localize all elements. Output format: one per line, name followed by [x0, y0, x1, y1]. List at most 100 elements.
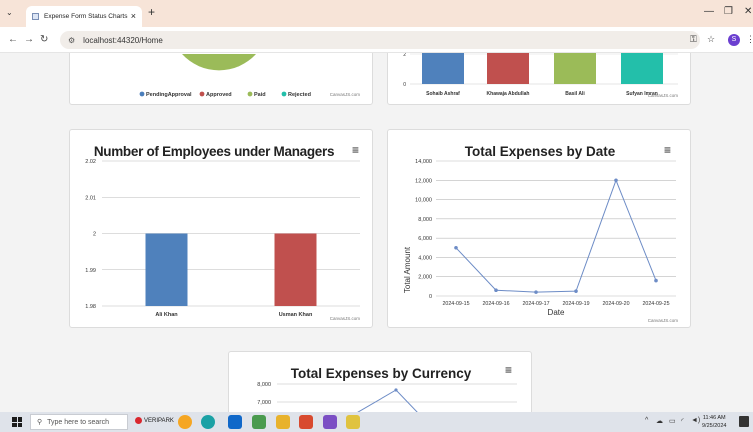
- outlook-icon[interactable]: [228, 415, 242, 429]
- x-tick-label: 2024-09-15: [442, 301, 469, 307]
- maximize-icon[interactable]: ❐: [724, 6, 733, 17]
- page-favicon-icon: [32, 13, 39, 20]
- terminal-icon[interactable]: [346, 415, 360, 429]
- x-tick-label: 2024-09-17: [522, 301, 549, 307]
- y-tick-label: 2: [93, 232, 96, 238]
- bar-basil-ali[interactable]: [554, 53, 596, 84]
- currency-chart-svg: Total Expenses by Currency ≡ 8,000 7,000: [257, 363, 517, 412]
- taskbar-search[interactable]: ⚲ Type here to search: [30, 414, 128, 430]
- network-icon[interactable]: ☁: [656, 417, 663, 425]
- canvasjs-credit[interactable]: CanvasJS.com: [330, 316, 361, 321]
- tray-chevron-icon[interactable]: ^: [645, 417, 648, 424]
- legend-marker[interactable]: [139, 91, 145, 97]
- canvasjs-credit[interactable]: CanvasJS.com: [648, 93, 679, 98]
- data-point[interactable]: [534, 290, 538, 294]
- x-tick-label: Usman Khan: [279, 312, 313, 318]
- canvasjs-credit[interactable]: CanvasJS.com: [648, 318, 679, 323]
- password-key-icon[interactable]: ⚿: [690, 34, 697, 45]
- y-tick-label: 14,000: [415, 159, 432, 165]
- reload-icon[interactable]: ↻: [40, 34, 48, 45]
- y-tick-label: 2.02: [85, 159, 96, 165]
- system-clock[interactable]: 11:46 AM 9/25/2024: [702, 414, 726, 430]
- chrome-icon[interactable]: [178, 415, 192, 429]
- veripark-label: VERIPARK: [144, 417, 174, 424]
- x-axis-label: Date: [548, 308, 565, 317]
- bar-sufyan-imran[interactable]: [621, 53, 663, 84]
- browser-tabbar: ⌄ Expense Form Status Charts × + — ❐ ✕: [0, 0, 753, 27]
- managers-chart-svg: Number of Employees under Managers ≡ 1.9…: [85, 143, 361, 321]
- x-tick-label: Sohaib Ashraf: [426, 91, 460, 97]
- data-point[interactable]: [654, 278, 658, 283]
- legend-label[interactable]: Approved: [206, 92, 232, 98]
- search-placeholder: Type here to search: [47, 418, 110, 426]
- browser-tab[interactable]: Expense Form Status Charts ×: [26, 6, 142, 27]
- battery-icon[interactable]: ▭: [669, 417, 676, 425]
- y-tick-label: 0: [403, 82, 406, 88]
- y-axis-label: Total Amount: [403, 246, 412, 293]
- pie-legend: PendingApproval Approved Paid Rejected: [139, 91, 311, 98]
- profile-avatar[interactable]: S: [728, 34, 740, 46]
- site-info-icon[interactable]: ⚙: [68, 36, 75, 45]
- canvasjs-credit[interactable]: CanvasJS.com: [330, 92, 361, 97]
- browser-menu-icon[interactable]: ⋮: [746, 34, 753, 45]
- teams-icon[interactable]: [252, 415, 266, 429]
- x-tick-label: 2024-09-20: [602, 301, 629, 307]
- bar-usman-khan[interactable]: [274, 233, 317, 307]
- url-text: localhost:44320/Home: [83, 35, 163, 45]
- y-tick-label: 4,000: [418, 255, 432, 261]
- chart-menu-icon[interactable]: ≡: [664, 143, 671, 157]
- data-point[interactable]: [574, 289, 578, 293]
- bookmark-star-icon[interactable]: ☆: [707, 34, 715, 45]
- legend-label[interactable]: Paid: [254, 92, 266, 98]
- bar-khawaja-abdullah[interactable]: [487, 53, 529, 84]
- chart-menu-icon[interactable]: ≡: [352, 143, 359, 157]
- tab-search-menu-icon[interactable]: ⌄: [6, 8, 13, 17]
- data-point[interactable]: [614, 178, 618, 183]
- bar-sohaib-ashraf[interactable]: [422, 53, 464, 84]
- volume-icon[interactable]: ◄): [691, 417, 700, 424]
- y-tick-label: 8,000: [418, 217, 432, 223]
- y-tick-label: 6,000: [418, 236, 432, 242]
- notification-icon[interactable]: [739, 416, 749, 427]
- y-tick-label: 2: [403, 53, 406, 58]
- address-toolbar: ← → ↻ ⚙ localhost:44320/Home ⚿ ☆ S ⋮: [0, 27, 753, 53]
- legend-label[interactable]: Rejected: [288, 92, 311, 98]
- legend-marker[interactable]: [247, 91, 253, 97]
- tab-close-icon[interactable]: ×: [131, 11, 136, 21]
- y-grid: 1.98 1.99 2 2.01 2.02: [85, 159, 360, 310]
- clock-date: 9/25/2024: [702, 423, 727, 429]
- url-field[interactable]: ⚙ localhost:44320/Home: [60, 31, 700, 49]
- close-window-icon[interactable]: ✕: [744, 6, 752, 17]
- managers-chart-card: Number of Employees under Managers ≡ 1.9…: [69, 129, 373, 328]
- minimize-icon[interactable]: —: [704, 6, 714, 17]
- currency-chart-card: Total Expenses by Currency ≡ 8,000 7,000: [228, 351, 532, 412]
- veripark-app[interactable]: VERIPARK: [135, 417, 174, 424]
- chart-title: Total Expenses by Date: [465, 144, 616, 159]
- data-point[interactable]: [494, 288, 498, 293]
- data-point[interactable]: [454, 245, 458, 250]
- active-app-icon[interactable]: [299, 415, 313, 429]
- x-tick-label: Basil Ali: [565, 91, 585, 97]
- legend-marker[interactable]: [199, 91, 205, 97]
- legend-label[interactable]: PendingApproval: [146, 92, 192, 98]
- employee-bar-svg: 2 0 Sohaib Ashraf Khawaja Abdullah Basil…: [403, 53, 679, 98]
- edge-icon[interactable]: [201, 415, 215, 429]
- pie-slice-paid[interactable]: [182, 54, 256, 71]
- wifi-icon[interactable]: ◜: [681, 417, 684, 425]
- status-pie-svg: PendingApproval Approved Paid Rejected Canv…: [139, 54, 361, 98]
- back-icon[interactable]: ←: [8, 34, 18, 45]
- windows-start-icon[interactable]: [12, 417, 22, 427]
- forward-icon[interactable]: →: [24, 34, 34, 45]
- new-tab-button[interactable]: +: [148, 5, 155, 19]
- y-grid: 0 2,000 4,000 6,000 8,000 10,000 12,000 14,000: [415, 159, 676, 300]
- chart-title: Total Expenses by Currency: [291, 366, 472, 381]
- y-tick-label: 2.01: [85, 195, 96, 201]
- data-point[interactable]: [394, 388, 398, 392]
- y-tick-label: 10,000: [415, 198, 432, 204]
- bar-ali-khan[interactable]: [145, 233, 188, 307]
- file-explorer-icon[interactable]: [276, 415, 290, 429]
- date-chart-card: Total Expenses by Date ≡ 0 2,000 4,000 6,00…: [387, 129, 691, 328]
- visual-studio-icon[interactable]: [323, 415, 337, 429]
- legend-marker[interactable]: [281, 91, 287, 97]
- chart-menu-icon[interactable]: ≡: [505, 363, 512, 377]
